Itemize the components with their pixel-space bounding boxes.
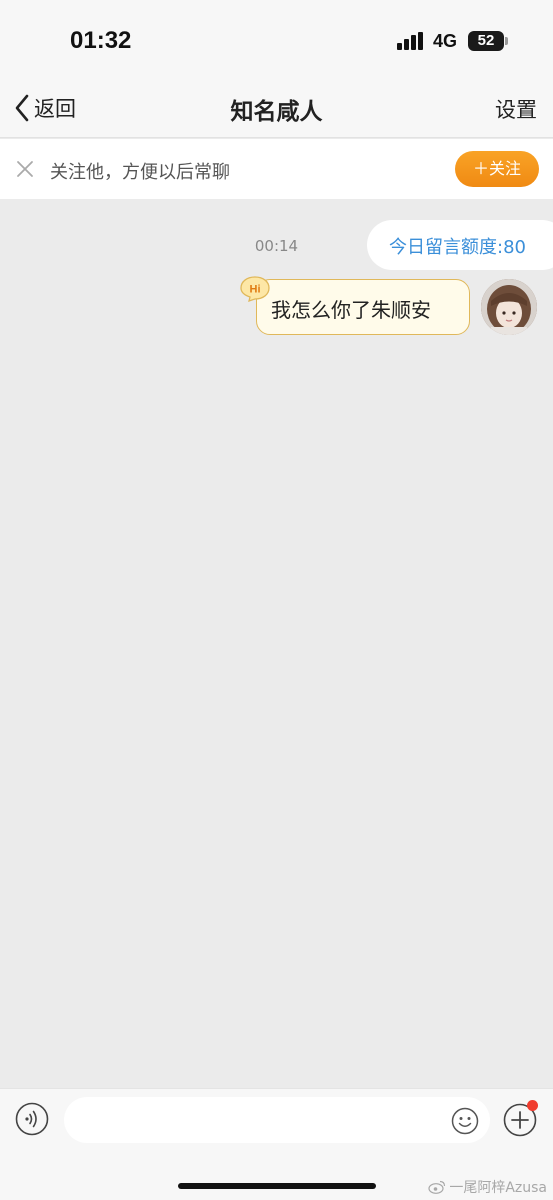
settings-button[interactable]: 设置 bbox=[495, 94, 537, 124]
emoji-icon[interactable] bbox=[451, 1107, 479, 1135]
notification-dot bbox=[527, 1100, 538, 1111]
network-type: 4G bbox=[433, 31, 458, 51]
chevron-left-icon bbox=[15, 94, 29, 122]
voice-icon[interactable] bbox=[15, 1102, 49, 1136]
follow-button[interactable]: ＋关注 bbox=[455, 151, 539, 187]
page-title: 知名咸人 bbox=[230, 99, 323, 125]
battery-cap bbox=[505, 37, 508, 45]
avatar[interactable] bbox=[481, 279, 537, 335]
follow-prompt-text: 关注他，方便以后常聊 bbox=[50, 162, 230, 183]
signal-bars-icon bbox=[397, 32, 423, 50]
status-bar: 01:32 4G 52 bbox=[0, 0, 553, 78]
message-bubble[interactable]: 我怎么你了朱顺安 bbox=[256, 279, 470, 335]
home-indicator[interactable] bbox=[178, 1183, 376, 1189]
back-button[interactable]: 返回 bbox=[14, 92, 76, 124]
watermark-text: 一尾阿梓Azusa bbox=[449, 1180, 547, 1196]
weibo-logo-icon bbox=[428, 1180, 446, 1194]
avatar-image bbox=[481, 279, 537, 335]
close-icon[interactable] bbox=[16, 160, 34, 178]
battery-icon: 52 bbox=[468, 31, 504, 51]
back-label: 返回 bbox=[34, 97, 76, 121]
status-time: 01:32 bbox=[70, 27, 132, 54]
message-timestamp: 00:14 bbox=[254, 237, 299, 255]
message-text: 我怎么你了朱顺安 bbox=[271, 298, 431, 322]
message-input[interactable] bbox=[64, 1097, 490, 1143]
nav-bar: 知名咸人 返回 设置 bbox=[0, 78, 553, 138]
watermark: 一尾阿梓Azusa bbox=[428, 1177, 547, 1197]
hi-badge-text: Hi bbox=[250, 284, 261, 296]
hi-badge-icon: Hi bbox=[240, 276, 270, 302]
